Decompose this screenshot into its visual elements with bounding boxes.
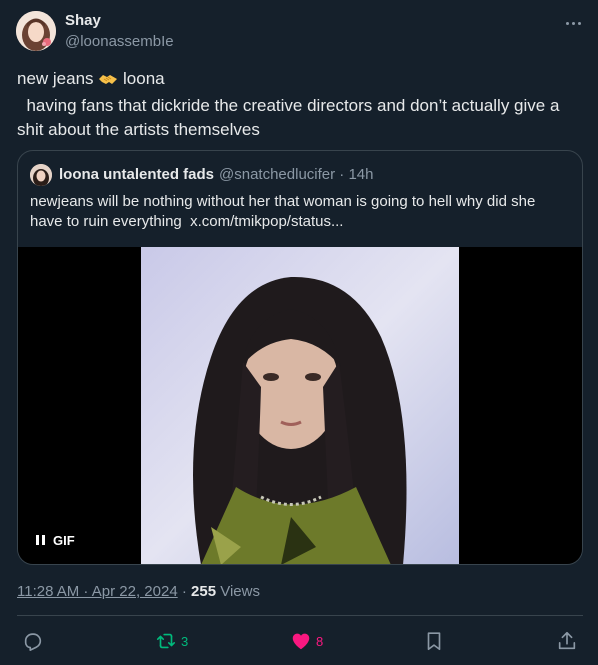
quote-text-line-2: have to ruin everything x.com/tmikpop/st… xyxy=(30,213,344,230)
divider xyxy=(17,615,583,616)
bookmark-icon xyxy=(427,632,441,651)
quote-media-gif[interactable]: GIF xyxy=(18,247,582,564)
tweet-timestamp[interactable]: 11:28 AM · Apr 22, 2024 xyxy=(17,583,178,600)
quote-tweet-card[interactable]: loona untalented fads @snatchedlucifer ·… xyxy=(17,150,583,565)
retweet-button[interactable]: 3 xyxy=(155,630,188,652)
handshake-icon xyxy=(98,70,118,94)
more-icon[interactable] xyxy=(562,12,584,34)
pause-icon[interactable] xyxy=(36,535,45,545)
quote-handle-time[interactable]: @snatchedlucifer · 14h xyxy=(219,166,373,183)
gif-badge[interactable]: GIF xyxy=(28,529,83,551)
bookmark-button[interactable] xyxy=(423,630,445,652)
reply-icon xyxy=(24,633,42,651)
gif-portrait-image xyxy=(141,247,459,564)
meta-separator: · xyxy=(177,583,192,600)
retweet-count: 3 xyxy=(181,633,189,649)
share-button[interactable] xyxy=(556,630,578,652)
tweet-container: Shay @loonassembIe new jeans loona havin… xyxy=(0,0,598,665)
views-count: 255 xyxy=(191,583,217,600)
reply-button[interactable] xyxy=(22,630,48,652)
author-handle[interactable]: @loonassembIe xyxy=(65,33,174,50)
tweet-text-line-1: new jeans loona xyxy=(17,67,587,94)
like-button[interactable]: 8 xyxy=(290,630,323,652)
quote-text-line-1: newjeans will be nothing without her tha… xyxy=(30,193,536,210)
author-display-name[interactable]: Shay xyxy=(65,12,101,29)
views-label: Views xyxy=(216,583,260,600)
share-icon xyxy=(558,631,576,650)
retweet-icon xyxy=(156,633,176,649)
author-avatar[interactable] xyxy=(16,11,56,51)
gif-label: GIF xyxy=(53,532,75,548)
tweet-text-line-3: shit about the artists themselves xyxy=(17,120,260,139)
tweet-meta: 11:28 AM · Apr 22, 2024 · 255 Views xyxy=(17,583,260,600)
quote-text: newjeans will be nothing without her tha… xyxy=(30,192,570,232)
tweet-text: new jeans loona having fans that dickrid… xyxy=(17,67,587,142)
like-count: 8 xyxy=(316,633,324,649)
quote-display-name[interactable]: loona untalented fads xyxy=(59,166,214,183)
heart-icon xyxy=(292,633,310,650)
quote-avatar[interactable] xyxy=(30,164,52,186)
tweet-text-line-2: having fans that dickride the creative d… xyxy=(17,96,560,115)
